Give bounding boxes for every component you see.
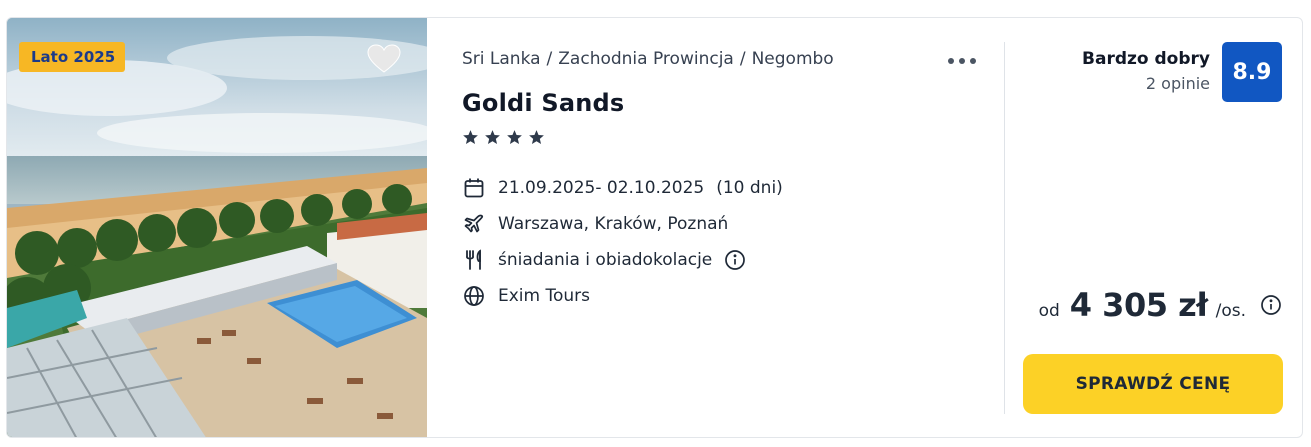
travel-duration: (10 dni) bbox=[716, 178, 783, 198]
breadcrumb: Sri Lanka / Zachodnia Prowincja / Negombo bbox=[462, 49, 834, 69]
departures-row: Warszawa, Kraków, Poznań bbox=[462, 206, 783, 242]
calendar-icon bbox=[462, 176, 486, 200]
hotel-stars bbox=[462, 129, 545, 146]
price-from-label: od bbox=[1038, 301, 1060, 321]
rating-block[interactable]: Bardzo dobry 2 opinie 8.9 bbox=[1082, 42, 1282, 102]
check-price-button[interactable]: SPRAWDŹ CENĘ bbox=[1023, 354, 1283, 414]
more-options-button[interactable] bbox=[945, 52, 979, 70]
rating-count[interactable]: 2 opinie bbox=[1082, 73, 1210, 95]
rating-score: 8.9 bbox=[1222, 42, 1282, 102]
plane-icon bbox=[462, 212, 486, 236]
favorite-button[interactable] bbox=[367, 44, 401, 74]
board-row: śniadania i obiadokolacje bbox=[462, 242, 783, 278]
departure-cities: Warszawa, Kraków, Poznań bbox=[498, 214, 729, 234]
more-dots-icon bbox=[948, 58, 976, 64]
tour-operator: Exim Tours bbox=[498, 286, 591, 306]
rating-text: Bardzo dobry 2 opinie bbox=[1082, 48, 1210, 95]
globe-icon bbox=[462, 284, 486, 308]
breadcrumb-region[interactable]: Zachodnia Prowincja bbox=[558, 49, 734, 69]
hotel-photo[interactable]: Lato 2025 bbox=[7, 18, 427, 437]
breadcrumb-country[interactable]: Sri Lanka bbox=[462, 49, 541, 69]
price-value: 4 305 zł bbox=[1069, 286, 1208, 324]
offer-facts: 21.09.2025- 02.10.2025 (10 dni) Warszawa… bbox=[462, 170, 783, 314]
star-icon bbox=[462, 129, 479, 146]
operator-row: Exim Tours bbox=[462, 278, 783, 314]
cutlery-icon bbox=[462, 248, 486, 272]
price-unit: /os. bbox=[1215, 301, 1246, 321]
star-icon bbox=[506, 129, 523, 146]
dates-row: 21.09.2025- 02.10.2025 (10 dni) bbox=[462, 170, 783, 206]
offer-info: Sri Lanka / Zachodnia Prowincja / Negombo Go… bbox=[462, 18, 982, 437]
hotel-photo-image bbox=[7, 18, 427, 437]
price-block: od 4 305 zł /os. bbox=[1039, 286, 1282, 324]
star-icon bbox=[528, 129, 545, 146]
heart-icon bbox=[367, 44, 401, 73]
hotel-name[interactable]: Goldi Sands bbox=[462, 89, 624, 117]
breadcrumb-separator: / bbox=[739, 49, 746, 69]
rating-label: Bardzo dobry bbox=[1082, 49, 1210, 69]
breadcrumb-separator: / bbox=[546, 49, 553, 69]
travel-dates: 21.09.2025- 02.10.2025 bbox=[498, 178, 705, 198]
divider bbox=[1004, 42, 1005, 414]
star-icon bbox=[484, 129, 501, 146]
board-type: śniadania i obiadokolacje bbox=[498, 250, 713, 270]
season-badge: Lato 2025 bbox=[19, 42, 126, 72]
info-icon[interactable] bbox=[724, 249, 746, 271]
offer-card[interactable]: Lato 2025 Sri Lanka / Zachodnia Prowincja /… bbox=[6, 17, 1303, 438]
info-icon[interactable] bbox=[1260, 294, 1282, 316]
breadcrumb-city[interactable]: Negombo bbox=[752, 49, 834, 69]
